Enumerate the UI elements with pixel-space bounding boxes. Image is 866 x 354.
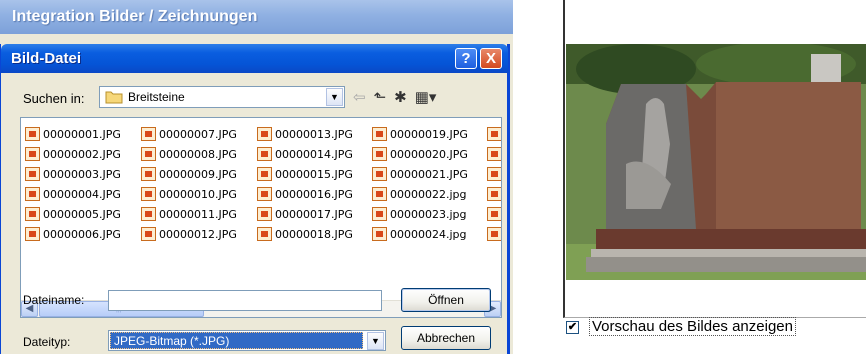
jpg-file-icon — [25, 147, 40, 161]
jpg-file-icon — [257, 147, 272, 161]
file-item[interactable]: 00000002.JPG — [25, 144, 143, 164]
file-item[interactable]: 00000013.JPG — [257, 124, 375, 144]
file-item[interactable]: 00000014.JPG — [257, 144, 375, 164]
jpg-file-icon — [25, 167, 40, 181]
file-item[interactable]: 00000004.JPG — [25, 184, 143, 204]
jpg-file-icon — [257, 227, 272, 241]
file-item[interactable] — [487, 164, 501, 184]
jpg-file-icon — [25, 207, 40, 221]
jpg-file-icon — [25, 127, 40, 141]
file-item[interactable] — [487, 184, 501, 204]
file-item[interactable]: 00000006.JPG — [25, 224, 143, 244]
jpg-file-icon — [257, 187, 272, 201]
file-column-partial — [487, 124, 501, 244]
file-item[interactable]: 00000016.JPG — [257, 184, 375, 204]
jpg-file-icon — [141, 227, 156, 241]
outer-window-title: Integration Bilder / Zeichnungen — [12, 8, 258, 25]
file-item[interactable]: 00000008.JPG — [141, 144, 259, 164]
jpg-file-icon — [372, 127, 387, 141]
file-item[interactable] — [487, 124, 501, 144]
outer-titlebar: Integration Bilder / Zeichnungen — [0, 0, 513, 34]
file-type-dropdown[interactable]: JPEG-Bitmap (*.JPG) ▼ — [108, 330, 386, 351]
file-item[interactable]: 00000001.JPG — [25, 124, 143, 144]
folder-icon — [105, 91, 123, 104]
file-item[interactable]: 00000022.jpg — [372, 184, 490, 204]
jpg-file-icon — [25, 227, 40, 241]
file-item[interactable]: 00000011.JPG — [141, 204, 259, 224]
back-arrow-icon[interactable]: ⇦ — [353, 89, 366, 107]
view-menu-icon[interactable]: ▦▾ — [415, 89, 437, 107]
jpg-file-icon — [487, 207, 501, 221]
open-button[interactable]: Öffnen — [401, 288, 491, 312]
file-item[interactable] — [487, 224, 501, 244]
file-item[interactable] — [487, 144, 501, 164]
jpg-file-icon — [25, 187, 40, 201]
file-item[interactable]: 00000009.JPG — [141, 164, 259, 184]
cancel-button[interactable]: Abbrechen — [401, 326, 491, 350]
close-button[interactable]: X — [480, 48, 502, 69]
file-name-label: Dateiname: — [23, 293, 85, 307]
jpg-file-icon — [257, 207, 272, 221]
file-item[interactable]: 00000003.JPG — [25, 164, 143, 184]
dialog-titlebar[interactable]: Bild-Datei ? X — [1, 44, 508, 73]
file-name-input[interactable] — [108, 290, 382, 311]
jpg-file-icon — [141, 147, 156, 161]
file-column: 00000007.JPG 00000008.JPG 00000009.JPG 0… — [141, 124, 259, 244]
preview-image — [566, 44, 866, 280]
open-file-dialog: Bild-Datei ? X Suchen in: Breitsteine ▼ … — [0, 44, 510, 354]
file-item[interactable]: 00000020.JPG — [372, 144, 490, 164]
jpg-file-icon — [487, 167, 501, 181]
show-preview-checkbox[interactable]: ✔ — [566, 321, 579, 334]
dialog-toolbar: ⇦ ⬑ ✱ ▦▾ — [353, 88, 436, 108]
chevron-down-icon[interactable]: ▼ — [326, 88, 343, 106]
file-item[interactable]: 00000021.JPG — [372, 164, 490, 184]
file-column: 00000001.JPG 00000002.JPG 00000003.JPG 0… — [25, 124, 143, 244]
jpg-file-icon — [487, 127, 501, 141]
chevron-down-icon[interactable]: ▼ — [367, 332, 384, 350]
help-button[interactable]: ? — [455, 48, 477, 69]
jpg-file-icon — [372, 227, 387, 241]
jpg-file-icon — [372, 167, 387, 181]
gravestone-photo — [566, 44, 866, 280]
look-in-dropdown[interactable]: Breitsteine ▼ — [99, 86, 345, 108]
file-item[interactable]: 00000018.JPG — [257, 224, 375, 244]
file-item[interactable]: 00000005.JPG — [25, 204, 143, 224]
jpg-file-icon — [257, 127, 272, 141]
jpg-file-icon — [487, 187, 501, 201]
new-folder-icon[interactable]: ✱ — [394, 89, 407, 107]
file-item[interactable]: 00000012.JPG — [141, 224, 259, 244]
look-in-value: Breitsteine — [128, 90, 185, 104]
jpg-file-icon — [372, 187, 387, 201]
file-item[interactable]: 00000010.JPG — [141, 184, 259, 204]
file-item[interactable]: 00000024.jpg — [372, 224, 490, 244]
file-item[interactable]: 00000023.jpg — [372, 204, 490, 224]
file-item[interactable]: 00000017.JPG — [257, 204, 375, 224]
file-item[interactable] — [487, 204, 501, 224]
up-folder-icon[interactable]: ⬑ — [374, 89, 387, 107]
file-column: 00000019.JPG 00000020.JPG 00000021.JPG 0… — [372, 124, 490, 244]
file-type-value: JPEG-Bitmap (*.JPG) — [110, 332, 363, 349]
jpg-file-icon — [487, 227, 501, 241]
jpg-file-icon — [141, 207, 156, 221]
jpg-file-icon — [487, 147, 501, 161]
show-preview-label[interactable]: Vorschau des Bildes anzeigen — [589, 317, 796, 336]
dialog-title: Bild-Datei — [11, 50, 82, 67]
jpg-file-icon — [257, 167, 272, 181]
jpg-file-icon — [141, 167, 156, 181]
file-item[interactable]: 00000015.JPG — [257, 164, 375, 184]
file-item[interactable]: 00000007.JPG — [141, 124, 259, 144]
jpg-file-icon — [372, 207, 387, 221]
file-column: 00000013.JPG 00000014.JPG 00000015.JPG 0… — [257, 124, 375, 244]
file-type-label: Dateityp: — [23, 335, 71, 349]
look-in-label: Suchen in: — [23, 91, 85, 106]
file-item[interactable]: 00000019.JPG — [372, 124, 490, 144]
jpg-file-icon — [141, 127, 156, 141]
jpg-file-icon — [372, 147, 387, 161]
jpg-file-icon — [141, 187, 156, 201]
